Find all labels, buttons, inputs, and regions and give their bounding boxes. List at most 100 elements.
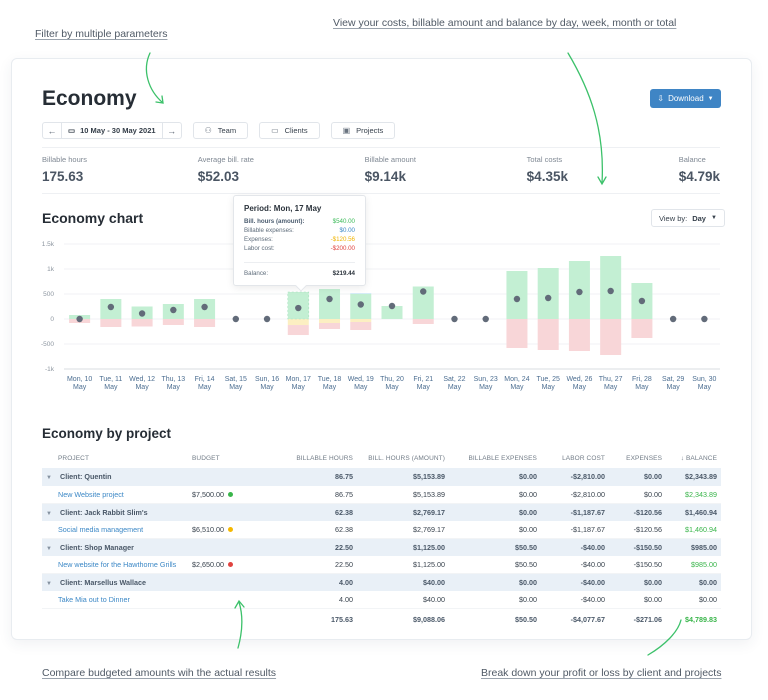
project-link[interactable]: Social media management — [58, 525, 143, 534]
y-tick-label: -500 — [41, 341, 54, 348]
project-row[interactable]: New Website project $7,500.00 86.75 $5,153.… — [42, 485, 721, 504]
x-tick-label: Sun, 16 — [255, 376, 279, 383]
project-name-cell[interactable]: New website for the Hawthorne Grills — [42, 555, 188, 574]
column-header-project[interactable]: PROJECT — [42, 449, 188, 468]
expenses-cell: $0.00 — [609, 468, 666, 486]
project-link[interactable]: New website for the Hawthorne Grills — [58, 560, 176, 569]
project-row[interactable]: Social media management $6,510.00 62.38 $2,… — [42, 520, 721, 539]
column-header-expenses[interactable]: EXPENSES — [609, 449, 666, 468]
bill-hours-amount-cell: $1,125.00 — [357, 538, 449, 556]
balance-point — [295, 304, 302, 312]
x-tick-label: May — [510, 384, 524, 391]
bar-bill-hours-amount — [319, 289, 341, 319]
balance-point — [576, 288, 583, 296]
x-tick-label: May — [198, 384, 212, 391]
annotation-filter[interactable]: Filter by multiple parameters — [35, 28, 167, 40]
client-group-row[interactable]: ▼ Client: Shop Manager 22.50 $1,125.00 $50.5… — [42, 538, 721, 556]
total-spacer — [42, 607, 188, 630]
project-link[interactable]: New Website project — [58, 490, 124, 499]
column-header-bill-hours-amount[interactable]: BILL. HOURS (AMOUNT) — [357, 449, 449, 468]
total-expenses: -$271.06 — [609, 607, 666, 630]
billable-hours-cell: 22.50 — [283, 538, 357, 556]
bill-hours-amount-cell: $5,153.89 — [357, 468, 449, 486]
budget-cell: $6,510.00 — [188, 520, 283, 539]
x-tick-label: Thu, 27 — [599, 376, 623, 383]
budget-cell — [188, 590, 283, 609]
balance-cell: $2,343.89 — [666, 485, 721, 504]
column-header-billable-expenses[interactable]: BILLABLE EXPENSES — [449, 449, 541, 468]
balance-cell: $985.00 — [666, 555, 721, 574]
x-tick-label: May — [73, 384, 87, 391]
balance-point — [669, 315, 677, 323]
x-tick-label: May — [448, 384, 462, 391]
collapse-chevron-icon[interactable]: ▼ — [46, 511, 60, 517]
expenses-cell: -$150.50 — [609, 538, 666, 556]
client-name: Client: Jack Rabbit Slim's — [60, 507, 148, 517]
project-row[interactable]: Take Mia out to Dinner 4.00 $40.00 $0.00 -$4… — [42, 590, 721, 609]
tooltip-row-expenses: Expenses: -$120.56 — [244, 236, 355, 243]
x-tick-label: Sat, 15 — [225, 376, 247, 383]
collapse-chevron-icon[interactable]: ▼ — [46, 475, 60, 481]
project-row[interactable]: New website for the Hawthorne Grills $2,6… — [42, 555, 721, 574]
client-group-row[interactable]: ▼ Client: Quentin 86.75 $5,153.89 $0.00 -$2,8… — [42, 468, 721, 486]
bar-labor-cost — [537, 319, 559, 350]
expenses-cell: $0.00 — [609, 485, 666, 504]
x-tick-label: May — [604, 384, 618, 391]
project-name-cell[interactable]: Social media management — [42, 520, 188, 539]
column-header-billable-hours[interactable]: BILLABLE HOURS — [283, 449, 357, 468]
balance-point — [701, 315, 708, 323]
balance-point — [138, 310, 146, 317]
tooltip-divider — [244, 262, 355, 263]
bar-labor-cost — [350, 322, 372, 330]
balance-point — [76, 315, 83, 323]
total-balance: $4,789.83 — [666, 607, 721, 630]
bar-billable-expenses — [350, 293, 372, 294]
x-tick-label: Fri, 28 — [632, 376, 652, 383]
bar-labor-cost — [162, 319, 184, 325]
balance-point — [357, 301, 364, 308]
annotation-breakdown[interactable]: Break down your profit or loss by client… — [481, 667, 721, 679]
billable-hours-cell: 86.75 — [283, 485, 357, 504]
collapse-chevron-icon[interactable]: ▼ — [46, 581, 60, 587]
column-header-budget[interactable]: BUDGET — [188, 449, 283, 468]
client-name-cell: ▼ Client: Marsellus Wallace — [42, 573, 188, 591]
y-tick-label: -1k — [45, 366, 55, 373]
tooltip-label: Labor cost: — [244, 245, 275, 252]
bar-bill-hours-amount — [506, 271, 528, 319]
x-tick-label: May — [167, 384, 181, 391]
bar-expenses — [287, 319, 309, 326]
bar-expenses — [319, 319, 341, 323]
project-link[interactable]: Take Mia out to Dinner — [58, 595, 130, 604]
labor-cost-cell: -$2,810.00 — [541, 468, 609, 486]
client-group-row[interactable]: ▼ Client: Marsellus Wallace 4.00 $40.00 $0.0… — [42, 573, 721, 591]
annotation-view-costs[interactable]: View your costs, billable amount and bal… — [333, 17, 676, 29]
column-header-balance[interactable]: ↓ BALANCE — [666, 449, 721, 468]
total-billable-hours: 175.63 — [283, 607, 357, 630]
balance-point — [201, 303, 208, 311]
balance-point — [513, 295, 521, 303]
x-tick-label: Mon, 24 — [504, 376, 529, 383]
y-tick-label: 1k — [47, 266, 55, 273]
sort-desc-icon: ↓ — [680, 455, 685, 462]
table-header-row: PROJECT BUDGET BILLABLE HOURS BILL. HOUR… — [42, 449, 721, 468]
collapse-chevron-icon[interactable]: ▼ — [46, 546, 60, 552]
labor-cost-cell: -$40.00 — [541, 573, 609, 591]
client-group-row[interactable]: ▼ Client: Jack Rabbit Slim's 62.38 $2,769.1… — [42, 503, 721, 521]
budget-value: $6,510.00 — [192, 524, 224, 534]
labor-cost-cell: -$1,187.67 — [541, 520, 609, 539]
bar-labor-cost — [506, 319, 528, 348]
column-header-labor-cost[interactable]: LABOR COST — [541, 449, 609, 468]
tooltip-row-bill-hours: Bill. hours (amount): $540.00 — [244, 218, 355, 225]
billable-hours-cell: 22.50 — [283, 555, 357, 574]
x-tick-label: Sun, 23 — [474, 376, 498, 383]
project-name-cell[interactable]: Take Mia out to Dinner — [42, 590, 188, 609]
economy-chart: 1.5k1k5000-500-1kMon, 10MayTue, 11MayWed… — [41, 241, 720, 391]
annotation-compare-budget[interactable]: Compare budgeted amounts wih the actual … — [42, 667, 276, 679]
bar-bill-hours-amount — [600, 256, 622, 319]
budget-cell — [188, 573, 283, 591]
project-name-cell[interactable]: New Website project — [42, 485, 188, 504]
tooltip-value: $540.00 — [332, 218, 355, 225]
tooltip-label: Bill. hours (amount): — [244, 218, 305, 225]
billable-hours-cell: 4.00 — [283, 590, 357, 609]
x-tick-label: Sat, 29 — [662, 376, 684, 383]
